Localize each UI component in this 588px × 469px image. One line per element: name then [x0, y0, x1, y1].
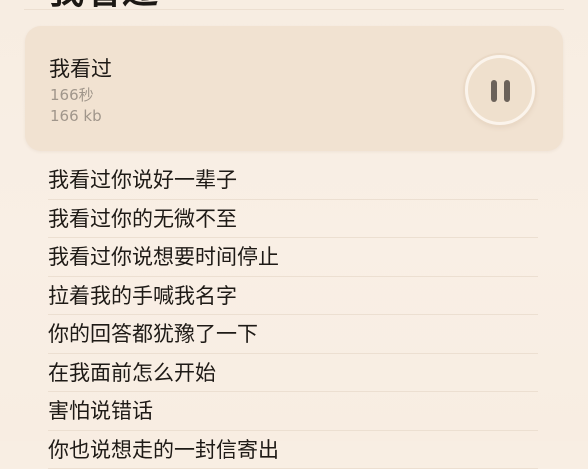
lyric-line: 在我面前怎么开始 [48, 354, 538, 393]
pause-bar-left [491, 80, 497, 102]
pause-icon [491, 80, 511, 102]
audio-duration: 166秒 [50, 84, 94, 105]
pause-bar-right [504, 80, 510, 102]
lyric-line: 我看过你说想要时间停止 [48, 238, 538, 277]
lyric-line: 你的回答都犹豫了一下 [48, 315, 538, 354]
lyric-line: 我看过你说好一辈子 [48, 161, 538, 200]
lyric-line: 你也说想走的一封信寄出 [48, 431, 538, 469]
audio-title: 我看过 [49, 53, 112, 83]
audio-message-card[interactable]: 我看过 166秒 166 kb [25, 26, 563, 151]
lyrics-list: 我看过你说好一辈子 我看过你的无微不至 我看过你说想要时间停止 拉着我的手喊我名… [48, 161, 538, 469]
audio-file-size: 166 kb [50, 107, 102, 125]
title-divider [24, 9, 564, 10]
pause-button[interactable] [465, 55, 535, 125]
lyric-line: 拉着我的手喊我名字 [48, 277, 538, 316]
page: 我看过 我看过 166秒 166 kb 我看过你说好一辈子 我看过你的无微不至 … [0, 0, 588, 441]
lyric-line: 我看过你的无微不至 [48, 200, 538, 239]
lyric-line: 害怕说错话 [48, 392, 538, 431]
